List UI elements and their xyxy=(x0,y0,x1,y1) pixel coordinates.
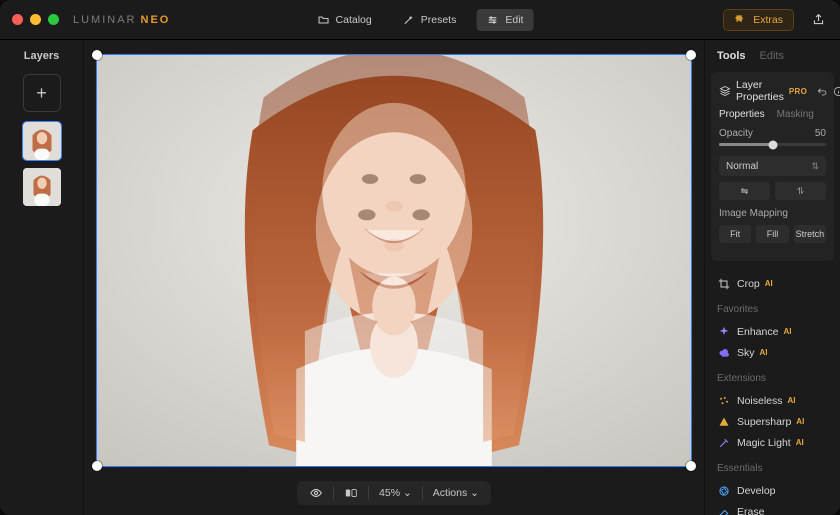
catalog-label: Catalog xyxy=(336,14,372,26)
mapping-stretch-button[interactable]: Stretch xyxy=(794,225,826,243)
puzzle-icon xyxy=(734,13,747,26)
add-layer-button[interactable]: + xyxy=(23,74,61,112)
layer-thumb-1[interactable] xyxy=(23,122,61,160)
panel-title: Layer Properties xyxy=(736,79,784,103)
mapping-fill-button[interactable]: Fill xyxy=(756,225,788,243)
close-window-button[interactable] xyxy=(12,14,23,25)
blend-mode-select[interactable]: Normal ⇅ xyxy=(719,156,826,176)
flip-horizontal-button[interactable]: ⇋ xyxy=(719,182,770,200)
logo-text-b: NEO xyxy=(141,14,171,26)
cloud-icon xyxy=(717,346,730,359)
canvas-inner[interactable] xyxy=(96,54,692,467)
titlebar: LUMINAR NEO Catalog Presets Edit xyxy=(0,0,840,40)
tool-sky[interactable]: SkyAI xyxy=(717,342,828,363)
cat-favorites: Favorites xyxy=(717,304,828,315)
tool-enhance[interactable]: EnhanceAI xyxy=(717,321,828,342)
layers-panel: Layers + xyxy=(0,40,84,515)
folder-icon xyxy=(317,13,330,26)
eraser-icon xyxy=(717,505,730,515)
minimize-window-button[interactable] xyxy=(30,14,41,25)
undo-icon[interactable] xyxy=(817,85,828,98)
tool-noiseless[interactable]: NoiselessAI xyxy=(717,390,828,411)
tool-crop-label: Crop xyxy=(737,278,760,290)
tool-erase[interactable]: Erase xyxy=(717,501,828,515)
opacity-slider[interactable] xyxy=(719,143,826,146)
transform-frame[interactable] xyxy=(96,54,692,467)
compare-toggle[interactable] xyxy=(344,486,358,500)
transform-handle-bl[interactable] xyxy=(92,461,102,471)
actions-label: Actions ⌄ xyxy=(433,487,479,499)
app-window: LUMINAR NEO Catalog Presets Edit xyxy=(0,0,840,515)
actions-dropdown[interactable]: Actions ⌄ xyxy=(433,487,479,499)
tab-edits[interactable]: Edits xyxy=(760,50,784,62)
app-logo: LUMINAR NEO xyxy=(73,14,170,26)
crop-icon xyxy=(717,277,730,290)
triangle-icon xyxy=(717,415,730,428)
zoom-dropdown[interactable]: 45% ⌄ xyxy=(379,487,412,499)
layer-properties-panel: Layer Properties PRO Properties Masking … xyxy=(711,72,834,261)
chevron-updown-icon: ⇅ xyxy=(811,161,819,172)
cat-essentials: Essentials xyxy=(717,463,828,474)
transform-handle-tl[interactable] xyxy=(92,50,102,60)
aperture-icon xyxy=(717,484,730,497)
edit-button[interactable]: Edit xyxy=(476,9,533,31)
magic-icon xyxy=(717,436,730,449)
transform-handle-tr[interactable] xyxy=(686,50,696,60)
share-button[interactable] xyxy=(808,10,828,30)
right-panel: Tools Edits Layer Properties PRO Propert… xyxy=(704,40,840,515)
wand-icon xyxy=(402,13,415,26)
tool-sky-label: Sky xyxy=(737,347,755,359)
tool-noiseless-label: Noiseless xyxy=(737,395,783,407)
transform-handle-br[interactable] xyxy=(686,461,696,471)
tool-magiclight[interactable]: Magic LightAI xyxy=(717,432,828,453)
pro-badge: PRO xyxy=(789,87,807,96)
tool-erase-label: Erase xyxy=(737,506,764,515)
maximize-window-button[interactable] xyxy=(48,14,59,25)
app-body: Layers + xyxy=(0,40,840,515)
layers-icon xyxy=(719,85,731,98)
tool-supersharp[interactable]: SupersharpAI xyxy=(717,411,828,432)
canvas-area: 45% ⌄ Actions ⌄ xyxy=(84,40,704,515)
tool-enhance-label: Enhance xyxy=(737,326,778,338)
presets-button[interactable]: Presets xyxy=(392,9,467,31)
right-tabs: Tools Edits xyxy=(705,40,840,68)
flip-vertical-button[interactable]: ⥮ xyxy=(775,182,826,200)
edit-label: Edit xyxy=(505,14,523,26)
mapping-fit-button[interactable]: Fit xyxy=(719,225,751,243)
cat-extensions: Extensions xyxy=(717,373,828,384)
extras-label: Extras xyxy=(753,14,783,26)
subtab-properties[interactable]: Properties xyxy=(719,109,765,120)
tool-develop-label: Develop xyxy=(737,485,776,497)
opacity-slider-knob[interactable] xyxy=(768,140,777,149)
opacity-label: Opacity xyxy=(719,128,753,139)
logo-text-a: LUMINAR xyxy=(73,14,137,26)
sliders-icon xyxy=(486,13,499,26)
info-icon[interactable] xyxy=(833,85,840,98)
extras-button[interactable]: Extras xyxy=(723,9,794,31)
catalog-button[interactable]: Catalog xyxy=(307,9,382,31)
tab-tools[interactable]: Tools xyxy=(717,50,746,62)
tool-magiclight-label: Magic Light xyxy=(737,437,791,449)
subtab-masking[interactable]: Masking xyxy=(777,109,814,120)
image-mapping-label: Image Mapping xyxy=(719,208,826,219)
tool-develop[interactable]: Develop xyxy=(717,480,828,501)
layer-thumb-2[interactable] xyxy=(23,168,61,206)
layers-title: Layers xyxy=(24,50,59,62)
sparkle-icon xyxy=(717,325,730,338)
tool-supersharp-label: Supersharp xyxy=(737,416,791,428)
zoom-label: 45% ⌄ xyxy=(379,487,412,499)
blend-mode-label: Normal xyxy=(726,161,758,172)
noise-icon xyxy=(717,394,730,407)
visibility-toggle[interactable] xyxy=(309,486,323,500)
window-controls xyxy=(12,14,59,25)
canvas-toolbar: 45% ⌄ Actions ⌄ xyxy=(297,481,491,505)
tools-list: CropAI Favorites EnhanceAI SkyAI Extensi… xyxy=(705,267,840,515)
presets-label: Presets xyxy=(421,14,457,26)
tool-crop[interactable]: CropAI xyxy=(717,273,828,294)
opacity-value: 50 xyxy=(815,128,826,139)
mode-switcher: Catalog Presets Edit xyxy=(307,9,534,31)
